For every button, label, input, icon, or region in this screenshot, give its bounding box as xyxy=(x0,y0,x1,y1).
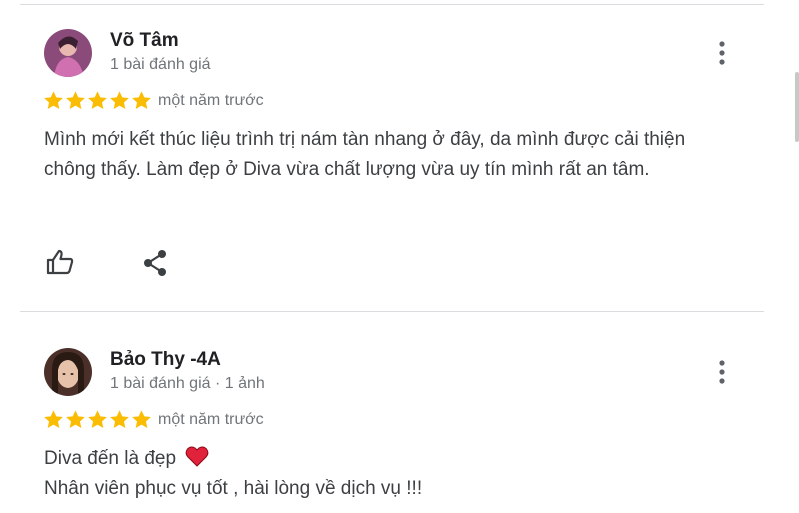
avatar[interactable] xyxy=(44,348,92,396)
star-icon xyxy=(88,410,107,428)
review-author[interactable]: Bảo Thy -4A xyxy=(110,349,221,371)
star-icon xyxy=(66,410,85,428)
star-icon xyxy=(44,410,63,428)
star-icon xyxy=(110,410,129,428)
review-author-meta[interactable]: 1 bài đánh giá · 1 ảnh xyxy=(110,375,265,393)
review-card: Bảo Thy -4A 1 bài đánh giá · 1 ảnh một n… xyxy=(0,0,799,513)
heart-icon xyxy=(185,446,209,467)
review-text-line: Diva đến là đẹp xyxy=(44,444,734,474)
star-icon xyxy=(132,410,151,428)
star-rating xyxy=(43,409,152,430)
review-text-line: Nhân viên phục vụ tốt , hài lòng về dịch… xyxy=(44,478,423,499)
more-vert-icon xyxy=(719,360,725,384)
review-time: một năm trước xyxy=(158,411,264,428)
review-text-fragment: Diva đến là đẹp xyxy=(44,448,177,469)
more-options-button[interactable] xyxy=(710,356,734,388)
review-text: Diva đến là đẹp Nhân viên phục vụ tốt , … xyxy=(44,444,734,504)
